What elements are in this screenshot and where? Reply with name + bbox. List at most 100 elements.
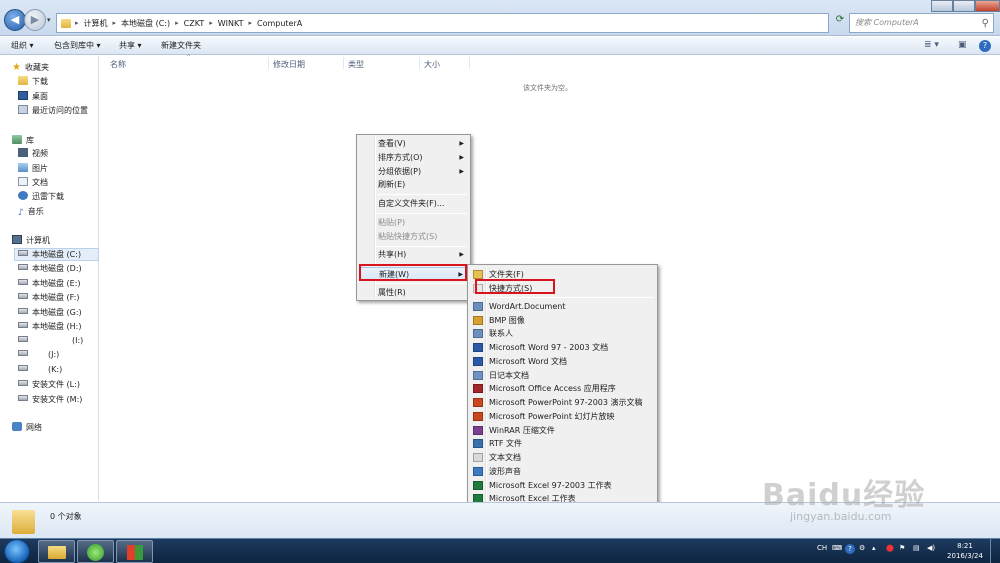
refresh-icon[interactable]: ⟳	[832, 14, 848, 32]
taskbar-360-button[interactable]	[77, 540, 114, 563]
show-hidden-icons[interactable]: ▴	[872, 544, 876, 552]
preview-pane-icon[interactable]: ▣	[958, 40, 967, 50]
sidebar-item-documents[interactable]: 文档	[18, 177, 48, 190]
recent-pages-dropdown-icon[interactable]: ▾	[47, 16, 51, 24]
menu-item-group[interactable]: 分组依据(P) ▶	[359, 165, 468, 178]
submenu-item-word[interactable]: Microsoft Word 文档	[470, 355, 655, 368]
help-icon[interactable]: ?	[979, 40, 991, 52]
recent-places-icon	[18, 105, 28, 114]
submenu-item-bmp[interactable]: BMP 图像	[470, 314, 655, 327]
drive-icon	[18, 336, 28, 342]
thunder-download-icon	[18, 191, 28, 200]
search-icon[interactable]: ⚲	[982, 15, 989, 33]
menu-item-customize[interactable]: 自定义文件夹(F)...	[359, 197, 468, 210]
sidebar-item-favorites[interactable]: ★ 收藏夹	[12, 62, 49, 75]
sidebar-item-drive-j[interactable]: (J:)	[18, 350, 59, 363]
column-divider[interactable]	[469, 57, 470, 69]
column-header-modified[interactable]: 修改日期	[273, 59, 305, 70]
submenu-item-rtf[interactable]: RTF 文件	[470, 437, 655, 450]
breadcrumb-item[interactable]: CZKT	[179, 19, 210, 28]
taskbar-app-button[interactable]	[116, 540, 153, 563]
sidebar-item-drive-g[interactable]: 本地磁盘 (G:)	[18, 307, 82, 320]
taskbar-explorer-button[interactable]	[38, 540, 75, 563]
close-button[interactable]	[975, 0, 1000, 12]
sidebar-item-downloads[interactable]: 下载	[18, 76, 48, 89]
breadcrumb-item[interactable]: ComputerA	[252, 19, 307, 28]
search-input[interactable]: 搜索 ComputerA ⚲	[849, 13, 994, 33]
sidebar-item-drive-k[interactable]: (K:)	[18, 365, 62, 378]
address-bar: ◀ ▶ ▾ ▸ 计算机 ▸ 本地磁盘 (C:) ▸ CZKT ▸ WINKT ▸…	[0, 0, 1000, 36]
minimize-button[interactable]	[931, 0, 953, 12]
winrar-icon	[473, 426, 483, 435]
column-header-type[interactable]: 类型	[348, 59, 364, 70]
submenu-item-winrar[interactable]: WinRAR 压缩文件	[470, 424, 655, 437]
wordart-icon	[473, 302, 483, 311]
submenu-item-text[interactable]: 文本文档	[470, 451, 655, 464]
action-center-icon[interactable]: ⚑	[899, 544, 905, 552]
show-desktop-button[interactable]	[990, 539, 1000, 563]
sidebar-item-label: 计算机	[26, 236, 50, 245]
settings-tray-icon[interactable]: ⚙	[859, 544, 865, 552]
submenu-item-excel97[interactable]: Microsoft Excel 97-2003 工作表	[470, 479, 655, 492]
column-header-size[interactable]: 大小	[424, 59, 440, 70]
submenu-item-word97[interactable]: Microsoft Word 97 - 2003 文档	[470, 341, 655, 354]
sidebar-item-libraries[interactable]: 库	[12, 135, 34, 148]
breadcrumb-item[interactable]: 计算机	[79, 18, 113, 29]
clock[interactable]: 8:21 2016/3/24	[944, 541, 986, 561]
sidebar-item-desktop[interactable]: 桌面	[18, 91, 48, 104]
submenu-item-ppshow[interactable]: Microsoft PowerPoint 幻灯片放映	[470, 410, 655, 423]
column-divider[interactable]	[343, 57, 344, 69]
submenu-item-access[interactable]: Microsoft Office Access 应用程序	[470, 382, 655, 395]
network-tray-icon[interactable]: ▤	[913, 544, 920, 552]
sidebar-item-thunder[interactable]: 迅雷下载	[18, 191, 64, 204]
sidebar-item-pictures[interactable]: 图片	[18, 163, 48, 176]
breadcrumb[interactable]: ▸ 计算机 ▸ 本地磁盘 (C:) ▸ CZKT ▸ WINKT ▸ Compu…	[56, 13, 829, 33]
sidebar-item-drive-d[interactable]: 本地磁盘 (D:)	[18, 263, 82, 276]
menu-item-refresh[interactable]: 刷新(E)	[359, 178, 468, 191]
network-icon	[12, 422, 22, 431]
share-button[interactable]: 共享 ▾	[119, 40, 142, 51]
sidebar-item-drive-i[interactable]: (I:)	[18, 336, 83, 349]
help-tray-icon[interactable]: ?	[845, 544, 855, 554]
organize-button[interactable]: 组织 ▾	[11, 40, 34, 51]
submenu-item-journal[interactable]: 日记本文档	[470, 369, 655, 382]
keyboard-icon[interactable]: ⌨	[832, 544, 842, 552]
menu-item-view[interactable]: 查看(V) ▶	[359, 137, 468, 150]
forward-button[interactable]: ▶	[24, 9, 46, 31]
submenu-item-ppt97[interactable]: Microsoft PowerPoint 97-2003 演示文稿	[470, 396, 655, 409]
column-divider[interactable]	[419, 57, 420, 69]
language-indicator[interactable]: CH	[817, 544, 827, 552]
sidebar-item-music[interactable]: ♪ 音乐	[18, 206, 44, 219]
sidebar-item-drive-l[interactable]: 安装文件 (L:)	[18, 379, 80, 392]
breadcrumb-item[interactable]: 本地磁盘 (C:)	[116, 18, 175, 29]
sidebar-item-computer[interactable]: 计算机	[12, 235, 50, 248]
sidebar-item-videos[interactable]: 视频	[18, 148, 48, 161]
menu-item-sort[interactable]: 排序方式(O) ▶	[359, 151, 468, 164]
sidebar-item-recent[interactable]: 最近访问的位置	[18, 105, 88, 118]
watermark-url: jingyan.baidu.com	[790, 510, 892, 523]
new-folder-button[interactable]: 新建文件夹	[161, 40, 201, 51]
menu-item-properties[interactable]: 属性(R)	[359, 286, 468, 299]
start-button[interactable]	[4, 539, 30, 563]
include-in-library-button[interactable]: 包含到库中 ▾	[54, 40, 101, 51]
breadcrumb-item[interactable]: WINKT	[213, 19, 249, 28]
maximize-button[interactable]	[953, 0, 975, 12]
security-tray-icon[interactable]: ⬤	[886, 544, 894, 552]
submenu-item-contact[interactable]: 联系人	[470, 327, 655, 340]
column-divider[interactable]	[268, 57, 269, 69]
volume-icon[interactable]: ◀)	[927, 544, 935, 552]
navigation-pane: ★ 收藏夹 下载 桌面 最近访问的位置 库 视频 图片 文档 迅雷下载 ♪ 音乐 计…	[0, 56, 99, 501]
back-button[interactable]: ◀	[4, 9, 26, 31]
submenu-item-wordart[interactable]: WordArt.Document	[470, 300, 655, 313]
sidebar-item-drive-f[interactable]: 本地磁盘 (F:)	[18, 292, 79, 305]
view-options-icon[interactable]: ≣ ▾	[924, 40, 939, 50]
sidebar-item-network[interactable]: 网络	[12, 422, 42, 435]
submenu-item-label: Microsoft Excel 97-2003 工作表	[489, 481, 612, 490]
sidebar-item-drive-e[interactable]: 本地磁盘 (E:)	[18, 278, 81, 291]
submenu-item-wave[interactable]: 波形声音	[470, 465, 655, 478]
sidebar-item-drive-h[interactable]: 本地磁盘 (H:)	[18, 321, 82, 334]
menu-item-share[interactable]: 共享(H) ▶	[359, 248, 468, 261]
sidebar-item-drive-m[interactable]: 安装文件 (M:)	[18, 394, 82, 407]
sidebar-item-drive-c[interactable]: 本地磁盘 (C:)	[14, 248, 99, 261]
column-header-name[interactable]: 名称	[110, 59, 126, 70]
